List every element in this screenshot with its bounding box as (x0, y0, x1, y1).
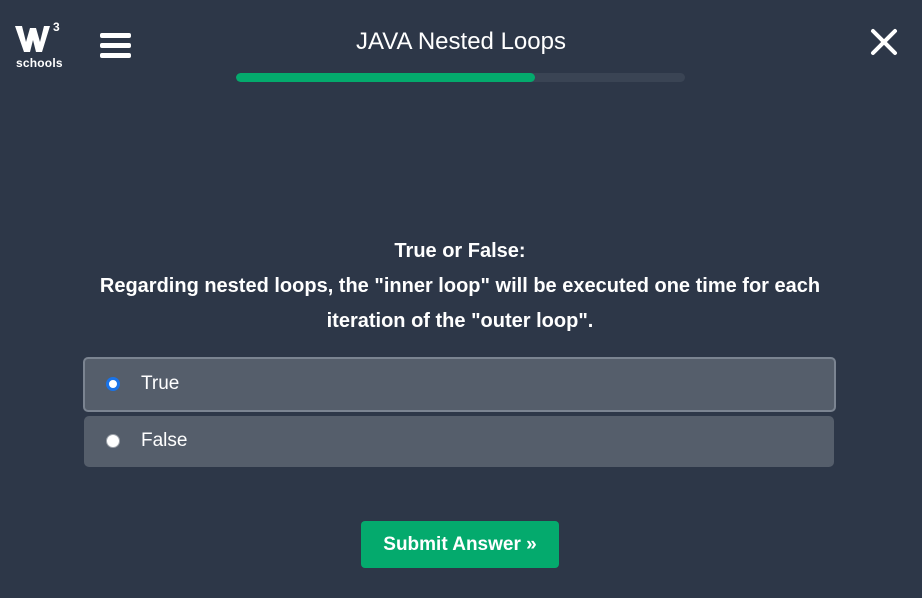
option-label: False (141, 430, 188, 451)
quiz-app: 3 schools JAVA Nested Loops True or Fals… (0, 0, 922, 598)
w3schools-logo-icon (15, 26, 50, 52)
progress-bar (236, 73, 685, 82)
option-false[interactable]: False (84, 416, 834, 467)
question-text: True or False: Regarding nested loops, t… (84, 234, 836, 339)
radio-button-selected[interactable] (106, 377, 120, 391)
logo-superscript: 3 (53, 20, 60, 34)
w3schools-logo[interactable]: 3 schools (14, 20, 68, 72)
menu-button[interactable] (100, 33, 132, 61)
radio-button[interactable] (106, 434, 120, 448)
question-line-2: iteration of the "outer loop". (326, 310, 594, 332)
quiz-title: JAVA Nested Loops (356, 28, 566, 55)
option-label: True (141, 373, 180, 394)
hamburger-menu-icon (100, 33, 132, 58)
question-line-1: Regarding nested loops, the "inner loop"… (99, 275, 821, 297)
close-icon (871, 29, 897, 55)
progress-fill (236, 73, 535, 82)
option-true[interactable]: True (83, 357, 836, 412)
submit-answer-button[interactable]: Submit Answer » (361, 521, 559, 568)
close-button[interactable] (870, 28, 898, 56)
logo-text: schools (16, 56, 63, 70)
question-heading: True or False: (394, 240, 526, 262)
